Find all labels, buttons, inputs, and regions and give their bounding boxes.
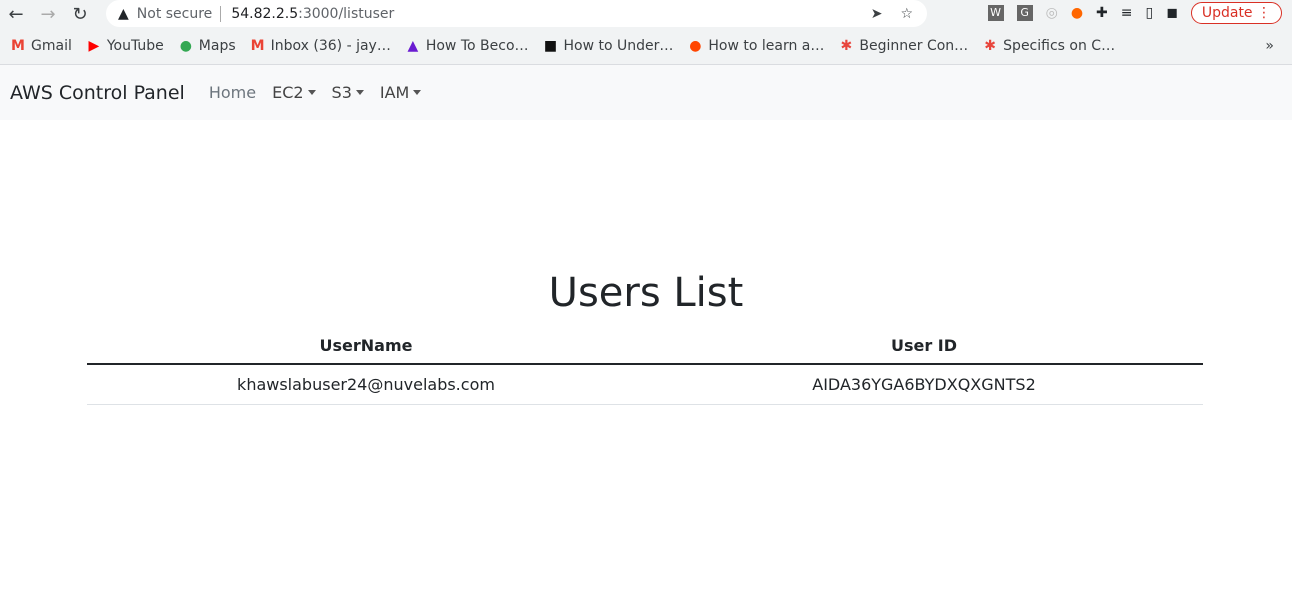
bookmark-item[interactable]: M Inbox (36) - jay… — [250, 38, 391, 54]
users-table: UserName User ID khawslabuser24@nuvelabs… — [87, 328, 1203, 405]
username-cell: khawslabuser24@nuvelabs.com — [87, 364, 645, 405]
nav-home[interactable]: Home — [209, 83, 256, 102]
bookmark-label: Gmail — [31, 38, 72, 54]
bookmark-icon: ● — [689, 38, 702, 54]
nav-iam-dropdown[interactable]: IAM — [380, 83, 421, 102]
brand[interactable]: AWS Control Panel — [10, 82, 185, 104]
extension-w-icon[interactable]: W — [987, 5, 1004, 21]
bookmark-label: Maps — [198, 38, 236, 54]
back-icon[interactable]: ← — [0, 4, 32, 25]
update-button[interactable]: Update ⋮ — [1190, 2, 1282, 24]
bookmark-icon: ▶ — [88, 38, 100, 54]
address-bar[interactable]: ▲ Not secure 54.82.2.5:3000/listuser ➤ ☆ — [106, 0, 927, 27]
puzzle-icon[interactable]: ✚ — [1096, 5, 1108, 21]
bookmarks-bar: M Gmail ▶ YouTube ● Maps M Inbox (36) - jay… ▲ Ho… — [0, 28, 1292, 64]
reload-icon[interactable]: ↻ — [64, 4, 96, 25]
bookmark-label: Inbox (36) - jay… — [270, 38, 391, 54]
bookmark-icon: ● — [179, 38, 192, 54]
url-path: :3000/listuser — [298, 5, 395, 22]
bookmark-label: How to Under… — [563, 38, 674, 54]
extension-orange-icon[interactable]: ● — [1071, 5, 1083, 21]
column-header-username: UserName — [87, 328, 645, 365]
user-id-cell: AIDA36YGA6BYDXQXGNTS2 — [645, 364, 1203, 405]
send-icon[interactable]: ➤ — [871, 6, 883, 22]
bookmark-icon: M — [250, 38, 265, 54]
extension-circle-icon[interactable]: ◎ — [1046, 5, 1058, 21]
bookmark-item[interactable]: ● Maps — [178, 38, 236, 54]
column-header-user-id: User ID — [645, 328, 1203, 365]
bookmark-label: How To Beco… — [425, 38, 529, 54]
star-icon[interactable]: ☆ — [900, 6, 913, 22]
bookmark-item[interactable]: ▶ YouTube — [86, 38, 164, 54]
table-row: khawslabuser24@nuvelabs.com AIDA36YGA6BY… — [87, 364, 1203, 405]
bookmark-label: Beginner Con… — [859, 38, 969, 54]
sidepanel-icon[interactable]: ▯ — [1146, 5, 1154, 21]
browser-chrome: ← → ↻ ▲ Not secure 54.82.2.5:3000/listus… — [0, 0, 1292, 65]
nav-s3-dropdown[interactable]: S3 — [332, 83, 364, 102]
bookmark-icon: ▲ — [407, 38, 419, 54]
media-icon[interactable]: ≡ — [1121, 5, 1133, 21]
bookmark-item[interactable]: ✱ Beginner Con… — [838, 38, 969, 54]
bookmark-label: How to learn a… — [708, 38, 825, 54]
bookmark-icon: ■ — [543, 38, 558, 54]
bookmark-item[interactable]: ■ How to Under… — [543, 38, 674, 54]
bookmark-item[interactable]: ▲ How To Beco… — [405, 38, 529, 54]
more-bookmarks-icon[interactable]: » — [1265, 38, 1274, 54]
bookmark-item[interactable]: ● How to learn a… — [687, 38, 824, 54]
bookmark-label: Specifics on C… — [1003, 38, 1116, 54]
nav-ec2-dropdown[interactable]: EC2 — [272, 83, 315, 102]
bookmark-label: YouTube — [106, 38, 164, 54]
extension-g-icon[interactable]: G — [1016, 5, 1033, 21]
bookmark-icon: M — [11, 38, 25, 54]
avatar[interactable]: ◼ — [1166, 5, 1178, 21]
forward-icon[interactable]: → — [32, 4, 64, 25]
url-host: 54.82.2.5 — [231, 5, 299, 22]
navbar: AWS Control Panel Home EC2 S3 IAM — [0, 65, 1292, 120]
warning-icon: ▲ — [118, 5, 129, 22]
security-label: Not secure — [136, 5, 213, 22]
bookmark-icon: ✱ — [840, 38, 853, 54]
bookmark-icon: ✱ — [984, 38, 997, 54]
page-title: Users List — [548, 270, 744, 316]
bookmark-item[interactable]: ✱ Specifics on C… — [982, 38, 1115, 54]
bookmark-item[interactable]: M Gmail — [10, 38, 72, 54]
